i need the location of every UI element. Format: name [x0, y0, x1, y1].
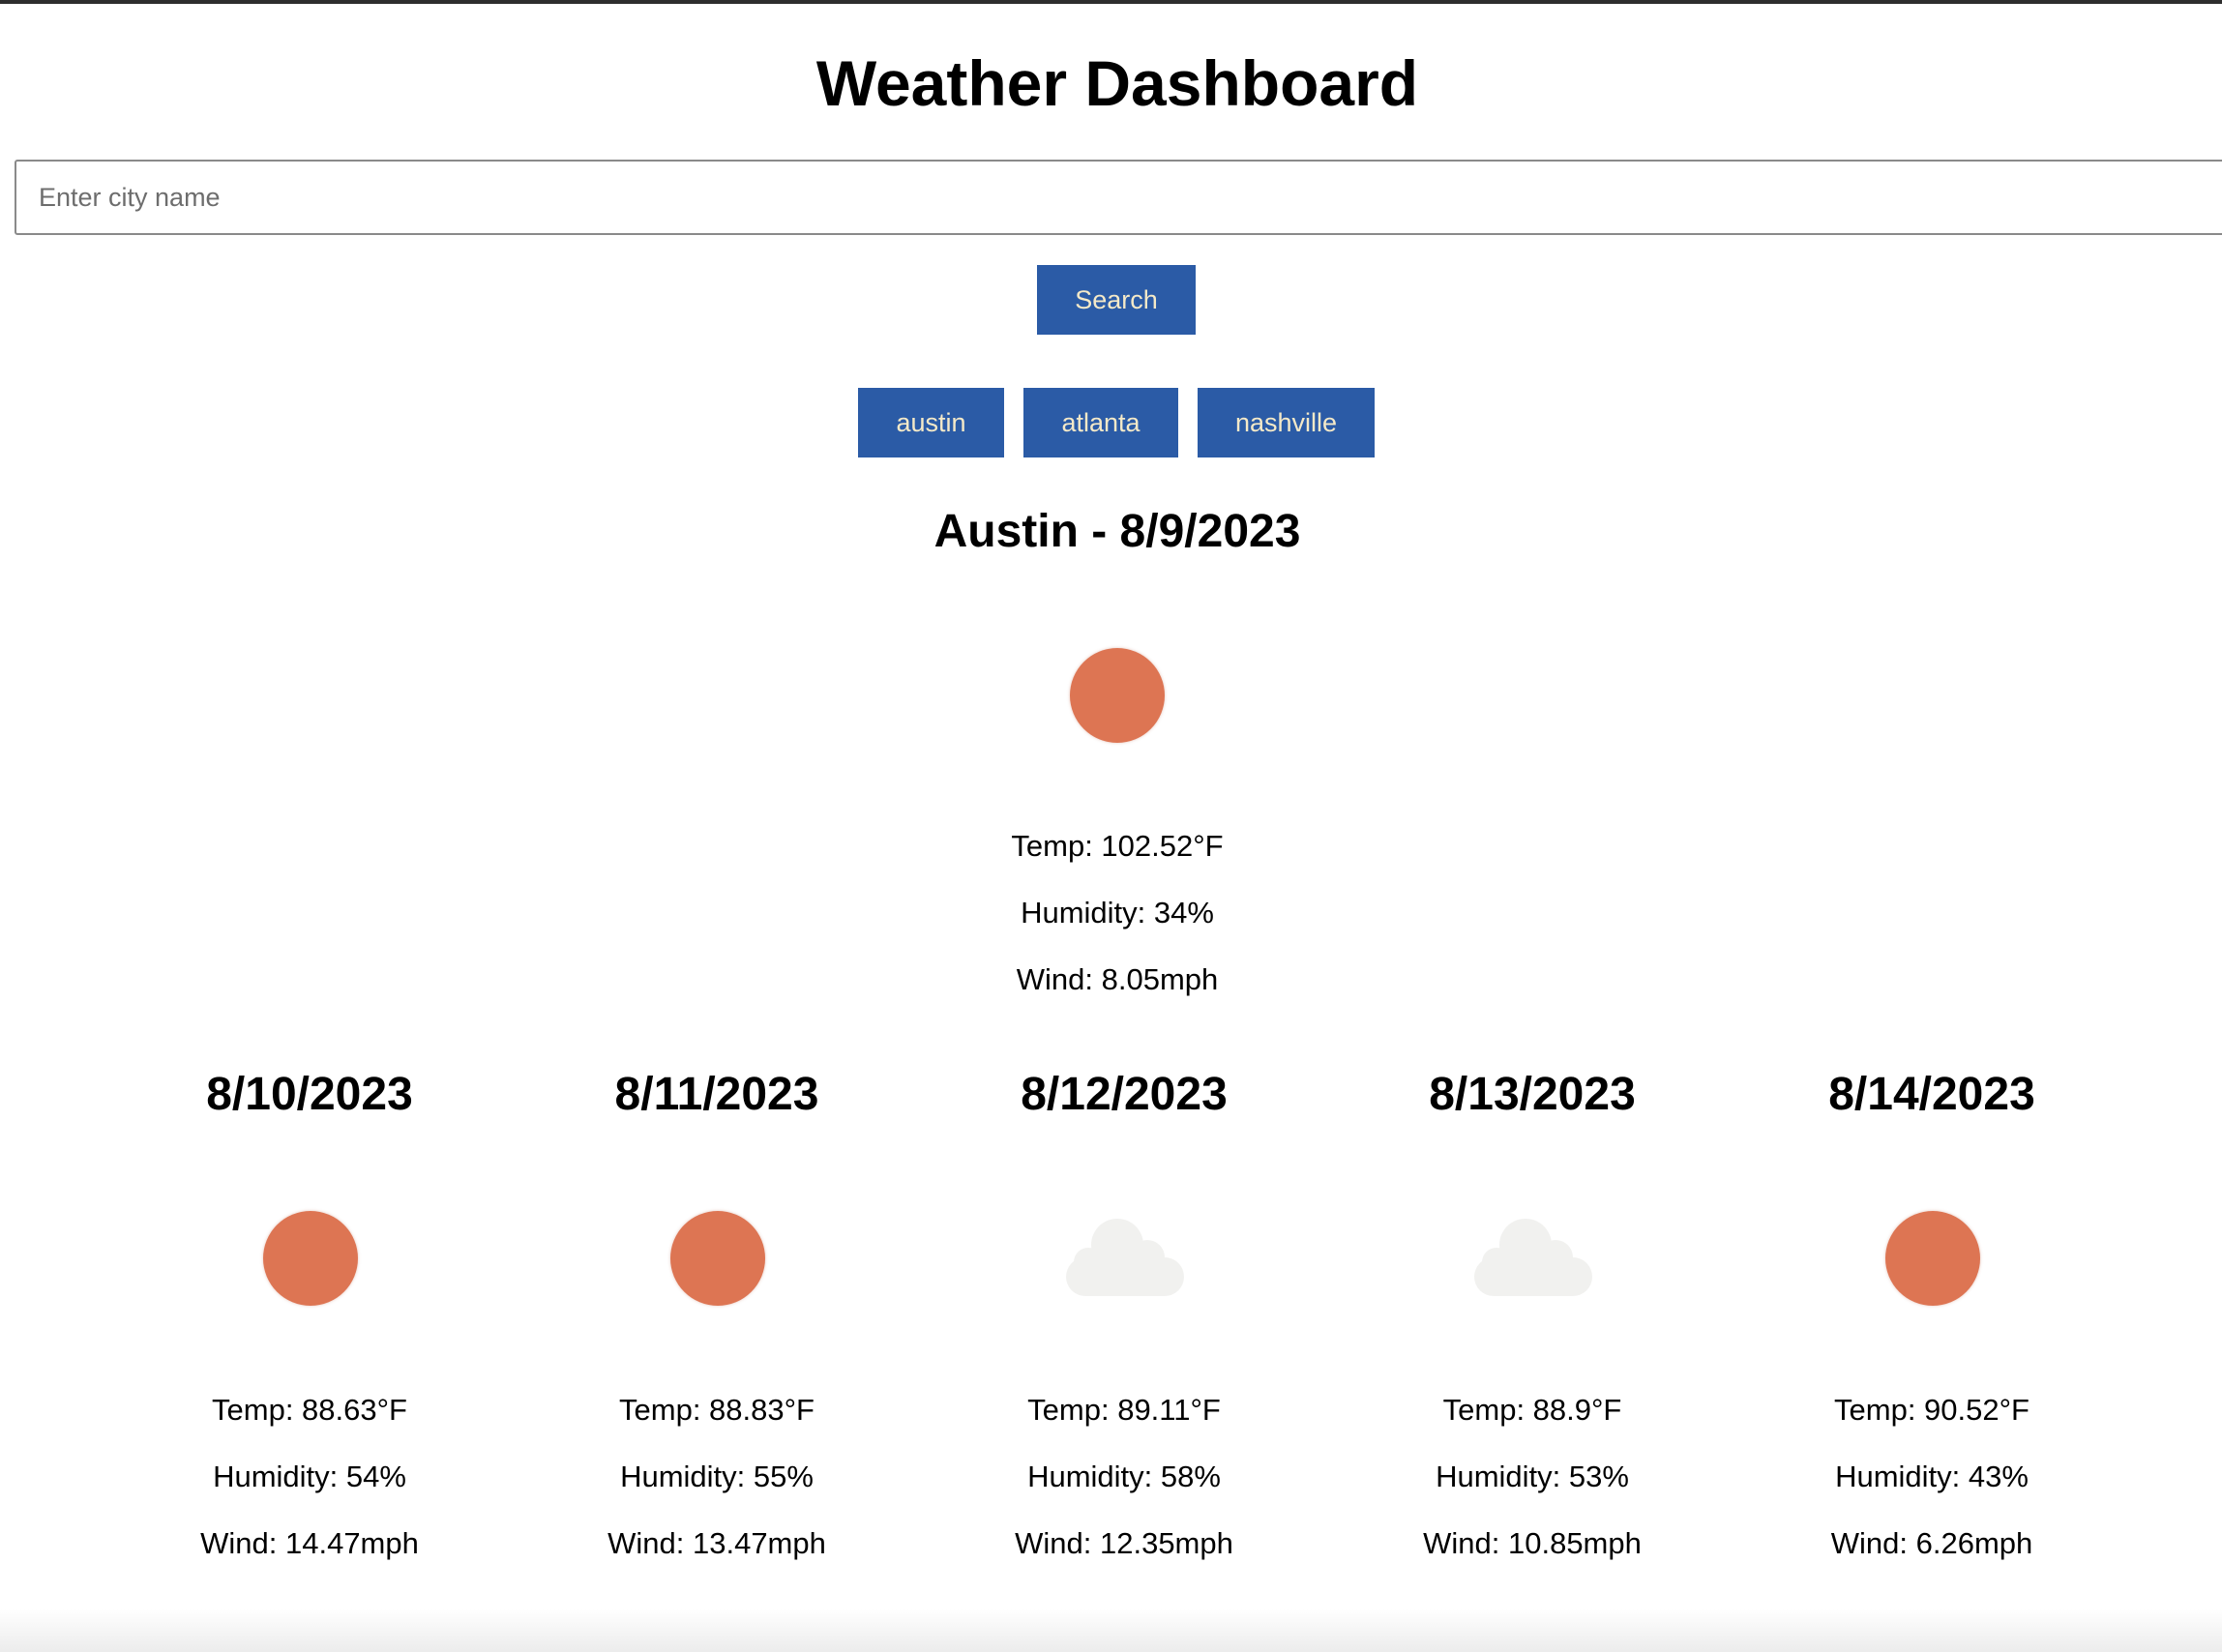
sun-icon: [1070, 648, 1165, 743]
search-input[interactable]: [15, 160, 2222, 235]
cloud-icon: [1474, 1219, 1592, 1296]
forecast-wind: Wind: 14.47mph: [200, 1526, 419, 1560]
history-button-atlanta[interactable]: atlanta: [1023, 388, 1178, 457]
forecast-humidity: Humidity: 58%: [1027, 1460, 1221, 1493]
sun-icon: [670, 1211, 765, 1306]
history-button-nashville[interactable]: nashville: [1198, 388, 1375, 457]
forecast-humidity: Humidity: 53%: [1436, 1460, 1629, 1493]
forecast-temp: Temp: 90.52°F: [1834, 1393, 2029, 1427]
forecast-temp: Temp: 88.9°F: [1442, 1393, 1622, 1427]
forecast-wind: Wind: 10.85mph: [1423, 1526, 1642, 1560]
page: Weather Dashboard Search austin atlanta …: [0, 0, 2222, 1652]
forecast-humidity: Humidity: 54%: [213, 1460, 406, 1493]
forecast-date: 8/10/2023: [206, 1069, 413, 1120]
forecast-temp: Temp: 88.63°F: [212, 1393, 407, 1427]
forecast-humidity: Humidity: 55%: [620, 1460, 814, 1493]
window-bottom-edge: [0, 1609, 2222, 1652]
sun-icon: [263, 1211, 358, 1306]
current-weather-title: Austin - 8/9/2023: [933, 506, 1301, 557]
forecast-wind: Wind: 6.26mph: [1830, 1526, 2033, 1560]
forecast-humidity: Humidity: 43%: [1835, 1460, 2029, 1493]
history-button-austin[interactable]: austin: [858, 388, 1004, 457]
current-temp: Temp: 102.52°F: [1011, 829, 1224, 863]
forecast-wind: Wind: 12.35mph: [1015, 1526, 1233, 1560]
forecast-temp: Temp: 88.83°F: [619, 1393, 815, 1427]
forecast-date: 8/12/2023: [1021, 1069, 1228, 1120]
page-title: Weather Dashboard: [815, 47, 1419, 119]
forecast-temp: Temp: 89.11°F: [1027, 1393, 1221, 1427]
sun-icon: [1885, 1211, 1980, 1306]
search-button[interactable]: Search: [1037, 265, 1196, 335]
current-wind: Wind: 8.05mph: [1016, 962, 1219, 996]
forecast-date: 8/11/2023: [614, 1069, 819, 1120]
forecast-wind: Wind: 13.47mph: [607, 1526, 826, 1560]
forecast-date: 8/13/2023: [1429, 1069, 1636, 1120]
forecast-date: 8/14/2023: [1828, 1069, 2035, 1120]
cloud-icon: [1066, 1219, 1184, 1296]
current-humidity: Humidity: 34%: [1021, 896, 1214, 929]
